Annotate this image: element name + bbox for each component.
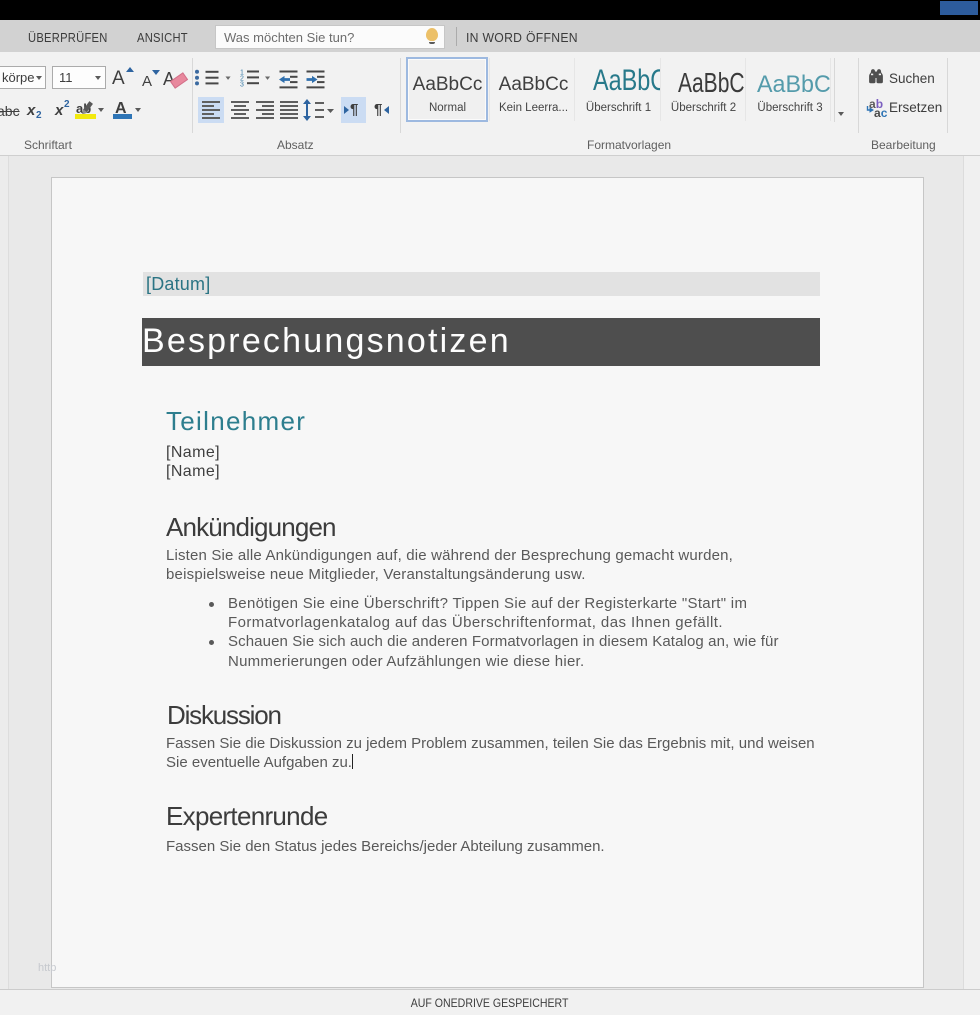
svg-text:3: 3 [240,82,244,89]
